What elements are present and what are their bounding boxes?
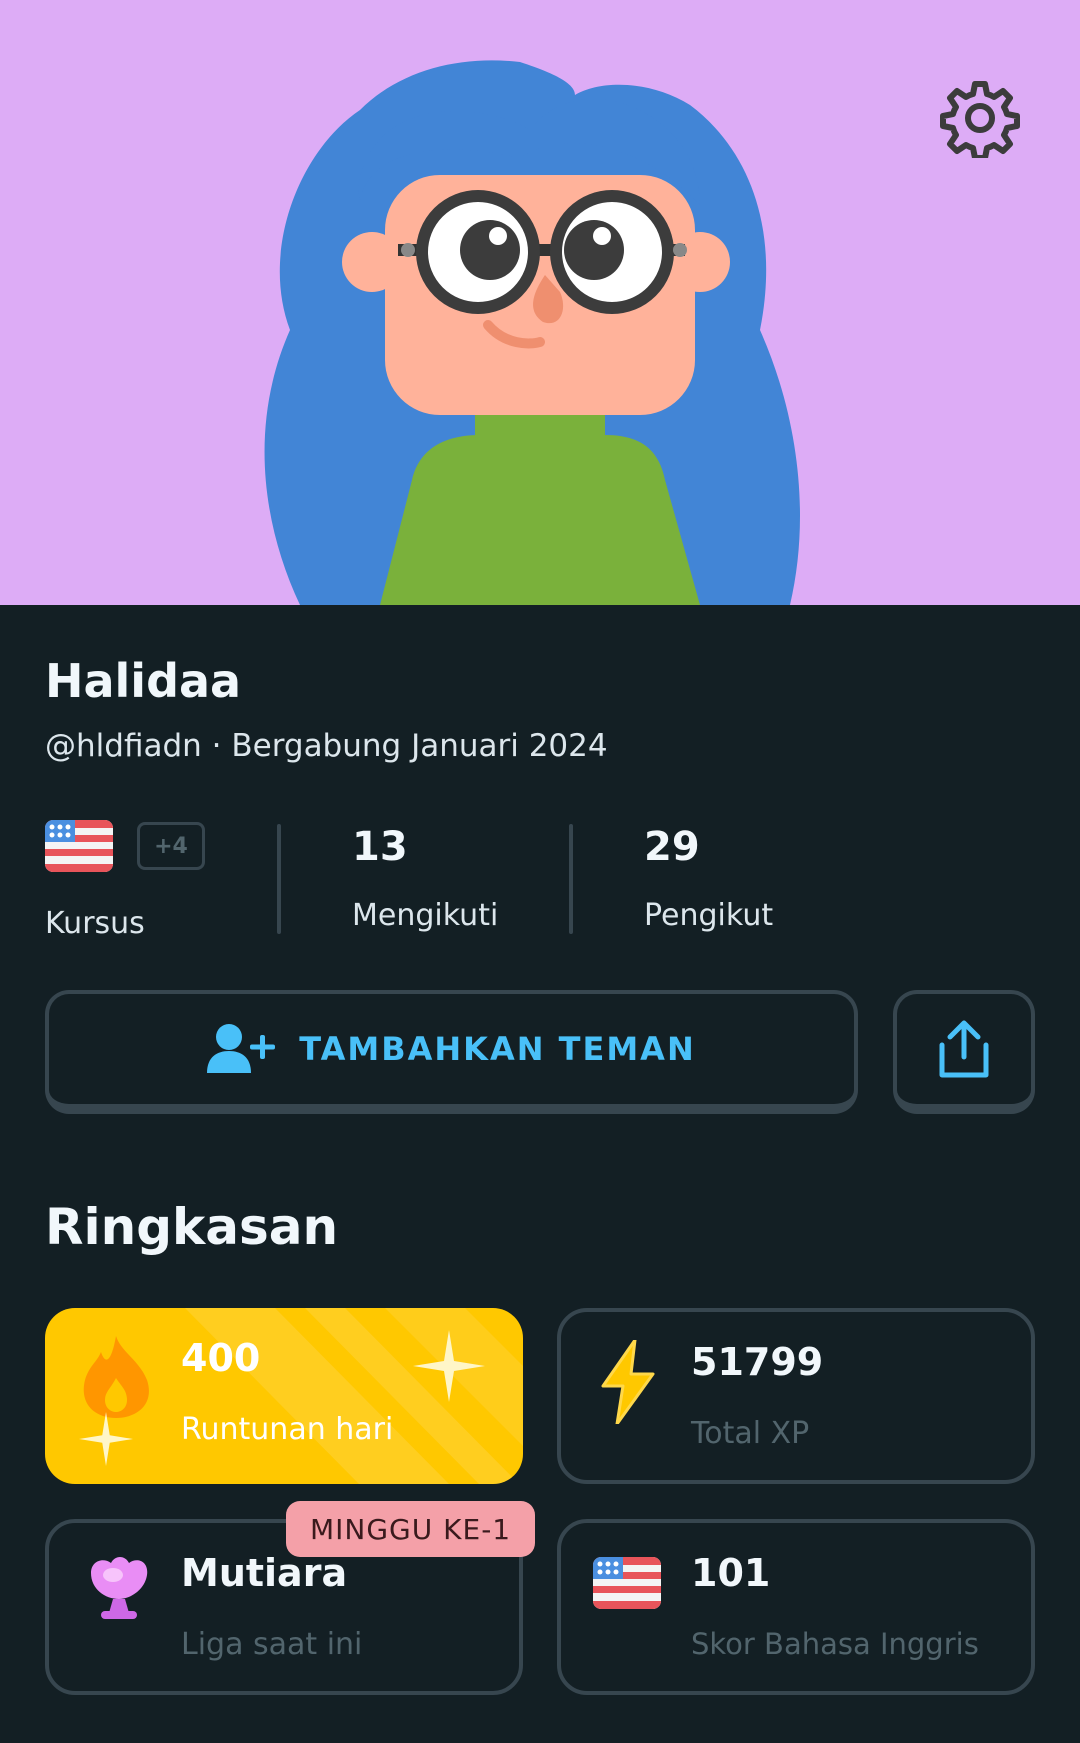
profile-stats: +4 Kursus 13 Mengikuti 29 Pengikut (0, 810, 1080, 941)
english-score-card[interactable]: 101 Skor Bahasa Inggris (557, 1519, 1035, 1695)
followers-label[interactable]: Pengikut (644, 898, 773, 933)
total-xp-card[interactable]: 51799 Total XP (557, 1308, 1035, 1484)
streak-card[interactable]: 400 Runtunan hari (45, 1308, 523, 1484)
avatar-illustration (264, 60, 800, 605)
total-xp-value: 51799 (691, 1340, 824, 1384)
following-count[interactable]: 13 (352, 824, 408, 870)
streak-label: Runtunan hari (181, 1412, 394, 1447)
divider (277, 824, 281, 934)
sparkle-icon (413, 1330, 485, 1402)
gear-icon (940, 81, 1020, 158)
share-button[interactable] (893, 990, 1035, 1114)
following-label[interactable]: Mengikuti (352, 898, 498, 933)
add-person-icon (207, 1024, 276, 1073)
english-score-value: 101 (691, 1551, 771, 1595)
us-flag-icon (593, 1557, 661, 1609)
league-value: Mutiara (181, 1551, 348, 1595)
us-flag-icon (45, 820, 113, 872)
league-week-badge: MINGGU KE-1 (286, 1501, 536, 1557)
summary-title: Ringkasan (45, 1198, 339, 1256)
settings-button[interactable] (936, 74, 1024, 162)
profile-handle-joined: @hldfiadn · Bergabung Januari 2024 (45, 728, 608, 764)
share-icon (939, 1020, 989, 1078)
english-score-label: Skor Bahasa Inggris (691, 1627, 979, 1661)
extra-courses-badge[interactable]: +4 (137, 822, 205, 870)
profile-name: Halidaa (45, 654, 242, 708)
league-label: Liga saat ini (181, 1627, 363, 1662)
streak-value: 400 (181, 1336, 261, 1380)
followers-count[interactable]: 29 (644, 824, 700, 870)
courses-label: Kursus (45, 906, 145, 941)
pearl-icon (91, 1557, 148, 1619)
total-xp-label: Total XP (691, 1416, 810, 1451)
fire-icon (83, 1336, 149, 1418)
sparkle-icon (79, 1412, 133, 1466)
add-friend-label: TAMBAHKAN TEMAN (299, 1030, 696, 1068)
profile-banner (0, 0, 1080, 605)
add-friend-button[interactable]: TAMBAHKAN TEMAN (45, 990, 858, 1114)
courses-stat[interactable] (45, 820, 113, 876)
divider (569, 824, 573, 934)
lightning-icon (601, 1340, 655, 1424)
